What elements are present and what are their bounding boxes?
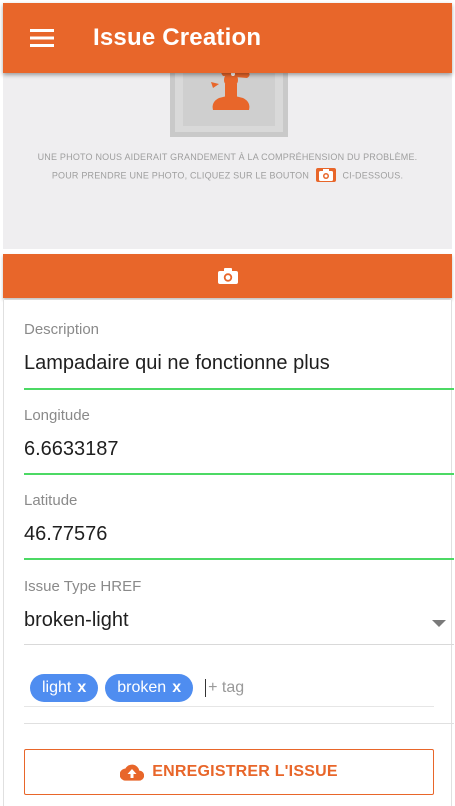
description-field[interactable]: Description Lampadaire qui ne fonctionne…: [24, 321, 454, 390]
issue-type-field[interactable]: Issue Type HREF broken-light: [24, 578, 454, 645]
latitude-underline: [24, 558, 454, 560]
tag-chip-label: broken: [117, 679, 167, 696]
tags-underline: [24, 706, 434, 707]
camera-icon: [217, 268, 238, 284]
latitude-field[interactable]: Latitude 46.77576: [24, 492, 454, 560]
form-divider: [24, 723, 454, 724]
issue-form: Description Lampadaire qui ne fonctionne…: [3, 300, 454, 806]
tag-remove-button[interactable]: x: [77, 679, 86, 697]
description-input[interactable]: Lampadaire qui ne fonctionne plus: [24, 352, 454, 375]
issue-type-label: Issue Type HREF: [24, 578, 142, 595]
photo-hint-line1: UNE PHOTO NOUS AIDERAIT GRANDEMENT À LA …: [37, 152, 418, 162]
photo-hint-line2-after: CI-DESSOUS.: [342, 170, 404, 181]
description-label: Description: [24, 321, 100, 338]
photo-hint-line2: POUR PRENDRE UNE PHOTO, CLIQUEZ SUR LE B…: [3, 168, 452, 183]
save-issue-label: ENREGISTRER L'ISSUE: [152, 763, 338, 780]
tag-chip-label: light: [42, 679, 72, 696]
menu-button[interactable]: [15, 3, 71, 73]
page-title: Issue Creation: [93, 24, 262, 51]
longitude-underline: [24, 473, 454, 475]
app: Issue Creation UNE PHOTO NOUS AIDERAIT G…: [0, 0, 455, 806]
hamburger-menu-icon: [30, 29, 54, 47]
issue-type-select[interactable]: broken-light: [24, 609, 454, 632]
photo-placeholder-area: UNE PHOTO NOUS AIDERAIT GRANDEMENT À LA …: [3, 73, 452, 249]
tag-remove-button[interactable]: x: [172, 679, 181, 697]
app-bar: Issue Creation: [3, 3, 452, 73]
save-issue-button[interactable]: ENREGISTRER L'ISSUE: [24, 749, 434, 795]
dropdown-caret-icon[interactable]: [432, 620, 446, 627]
illustration-placeholder-icon: [211, 73, 250, 110]
new-tag-input[interactable]: + tag: [205, 679, 244, 697]
cloud-upload-icon: [120, 764, 145, 781]
latitude-input[interactable]: 46.77576: [24, 523, 454, 546]
description-underline: [24, 388, 454, 390]
latitude-label: Latitude: [24, 492, 78, 509]
issue-type-underline: [24, 644, 454, 645]
tag-chip: light x: [30, 674, 99, 702]
photo-placeholder-frame: [170, 73, 288, 137]
photo-hint-line2-before: POUR PRENDRE UNE PHOTO, CLIQUEZ SUR LE B…: [51, 170, 310, 181]
longitude-field[interactable]: Longitude 6.6633187: [24, 407, 454, 475]
longitude-input[interactable]: 6.6633187: [24, 438, 454, 461]
take-photo-button[interactable]: [3, 254, 452, 298]
tag-chip: broken x: [105, 674, 194, 702]
longitude-label: Longitude: [24, 407, 90, 424]
tags-input[interactable]: light x broken x + tag: [24, 668, 434, 708]
inline-camera-icon: [315, 168, 336, 182]
